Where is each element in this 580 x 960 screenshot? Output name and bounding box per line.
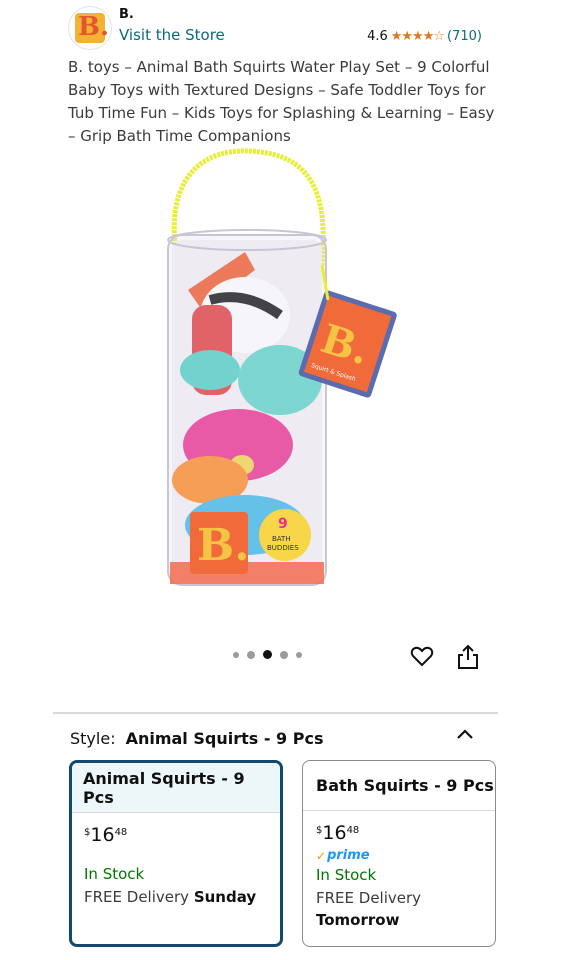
price-whole: 16 — [322, 822, 347, 844]
cylinder-logo-text: B. — [197, 520, 250, 571]
carousel-dot[interactable] — [233, 651, 239, 658]
section-divider — [53, 712, 498, 714]
option-price: $ 16 48 — [316, 823, 495, 843]
delivery-day: Tomorrow — [316, 911, 400, 929]
prime-check-icon: ✓ — [316, 848, 327, 863]
delivery-info: FREE Delivery Sunday — [84, 886, 280, 908]
price-fraction: 48 — [346, 825, 360, 836]
carousel-dot-active[interactable] — [263, 650, 272, 659]
stock-status: In Stock — [316, 866, 377, 884]
option-name: Bath Squirts - 9 Pcs — [303, 761, 495, 811]
product-image[interactable]: B. 9 BATH BUDDIES B. Squirt & Splash — [150, 140, 400, 610]
delivery-prefix: FREE Delivery — [316, 889, 422, 907]
prime-label: prime — [327, 848, 370, 863]
badge-text-2: BUDDIES — [267, 544, 299, 552]
style-option-bath-squirts[interactable]: Bath Squirts - 9 Pcs $ 16 48 ✓ prime In … — [302, 760, 496, 947]
star-rating-icon: ★★★★☆ — [390, 29, 445, 44]
style-label: Style: — [70, 729, 116, 748]
carousel-dot[interactable] — [296, 651, 302, 658]
style-option-animal-squirts[interactable]: Animal Squirts - 9 Pcs $ 16 48 In Stock … — [69, 760, 283, 947]
style-selector-header: Style: Animal Squirts - 9 Pcs — [70, 729, 324, 748]
delivery-day: Sunday — [193, 888, 257, 906]
badge-count: 9 — [278, 516, 288, 532]
product-title: B. toys – Animal Bath Squirts Water Play… — [68, 58, 495, 145]
delivery-info: FREE Delivery Tomorrow — [316, 887, 495, 931]
chevron-up-icon[interactable] — [455, 726, 475, 742]
carousel-dot[interactable] — [280, 650, 288, 659]
brand-name: B. — [119, 7, 134, 22]
style-selected-value: Animal Squirts - 9 Pcs — [125, 729, 324, 748]
price-symbol: $ — [316, 825, 323, 836]
delivery-prefix: FREE Delivery — [84, 888, 190, 906]
option-name: Animal Squirts - 9 Pcs — [72, 763, 280, 813]
price-fraction: 48 — [114, 827, 128, 838]
price-symbol: $ — [84, 827, 91, 838]
rating-summary[interactable]: 4.6 ★★★★☆ (710) — [367, 29, 482, 44]
price-whole: 16 — [90, 824, 115, 846]
heart-icon[interactable] — [410, 644, 434, 668]
carousel-dot[interactable] — [247, 650, 255, 659]
store-logo[interactable]: B. — [68, 6, 112, 50]
prime-badge: ✓ prime — [316, 848, 495, 863]
store-logo-letter: B. — [78, 12, 110, 42]
option-price: $ 16 48 — [84, 825, 280, 845]
stock-status: In Stock — [84, 865, 145, 883]
rating-value: 4.6 — [367, 29, 388, 44]
store-logo-badge: B. — [75, 12, 109, 43]
image-carousel-indicator[interactable] — [233, 650, 302, 659]
visit-store-link[interactable]: Visit the Store — [119, 26, 225, 44]
rating-count-link[interactable]: (710) — [447, 29, 482, 44]
badge-text-1: BATH — [272, 535, 291, 543]
share-icon[interactable] — [456, 644, 480, 670]
